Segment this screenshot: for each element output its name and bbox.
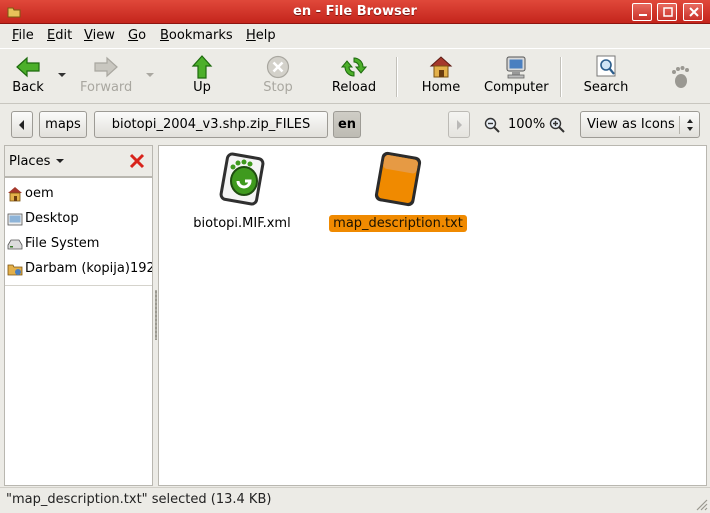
spinner-arrows-icon [687,119,693,131]
drive-icon [7,239,23,250]
forward-history-dropdown-icon[interactable] [145,71,155,79]
home-icon [429,56,453,78]
minimize-icon [639,14,647,16]
forward-arrow-icon [94,56,118,78]
minimize-button[interactable] [632,3,652,21]
menu-bookmarks[interactable]: Bookmarks [160,28,233,43]
maximize-button[interactable] [657,3,677,21]
sidebar-item-desktop[interactable]: Desktop [5,207,152,231]
status-bar: "map_description.txt" selected (13.4 KB) [0,487,710,513]
network-folder-icon [7,264,23,276]
zoom-level[interactable]: 100% [508,117,545,132]
pane-resize-handle[interactable] [155,290,157,340]
computer-button[interactable]: Computer [484,55,549,101]
close-sidebar-icon[interactable] [129,153,145,169]
title-bar[interactable]: en - File Browser [0,0,710,24]
window-title: en - File Browser [293,4,417,19]
file-name: biotopi.MIF.xml [193,216,291,231]
sidebar: Places oem Desktop File System Darbam (k… [4,145,153,486]
toolbar-separator [396,57,398,97]
reload-icon [341,57,367,77]
home-folder-icon [8,187,22,202]
gnome-foot-throbber-icon [672,66,689,88]
sidebar-item-oem[interactable]: oem [5,182,152,206]
chevron-right-icon [457,120,462,130]
close-window-button[interactable] [683,3,703,21]
up-button[interactable]: Up [184,55,220,101]
maximize-icon [663,7,673,17]
menu-go[interactable]: Go [128,28,146,43]
toolbar: Back Forward Up Stop Reload Home Compute… [0,48,710,104]
menu-view[interactable]: View [84,28,115,43]
chevron-left-icon [19,120,24,130]
file-item-map-description-txt[interactable]: map_description.txt [323,151,473,232]
menu-help[interactable]: Help [246,28,276,43]
close-icon [689,7,699,17]
resize-grip-icon[interactable] [694,497,708,511]
text-file-icon [374,151,422,207]
back-arrow-icon [16,56,40,78]
menu-file[interactable]: File [12,28,34,43]
location-bar: maps biotopi_2004_v3.shp.zip_FILES en 10… [0,104,710,144]
home-button[interactable]: Home [420,55,462,101]
up-arrow-icon [191,55,213,79]
forward-button[interactable]: Forward [80,55,132,101]
sidebar-header: Places [4,145,153,177]
search-button[interactable]: Search [582,55,630,101]
file-view[interactable]: biotopi.MIF.xml map_description.txt [158,145,707,486]
sidebar-item-file-system[interactable]: File System [5,232,152,256]
chevron-down-icon [56,159,65,163]
gnome-xml-file-icon [219,152,265,206]
menu-edit[interactable]: Edit [47,28,72,43]
reload-button[interactable]: Reload [330,55,378,101]
stop-button[interactable]: Stop [258,55,298,101]
back-history-dropdown-icon[interactable] [57,71,67,79]
places-selector[interactable]: Places [9,154,65,169]
stop-icon [266,55,290,79]
status-text: "map_description.txt" selected (13.4 KB) [6,492,272,507]
path-button-en[interactable]: en [333,111,361,138]
path-button-zip-files[interactable]: biotopi_2004_v3.shp.zip_FILES [94,111,328,138]
view-mode-select[interactable]: View as Icons [580,111,700,138]
menu-bar: File Edit View Go Bookmarks Help [0,24,710,48]
back-button[interactable]: Back [8,55,48,101]
view-mode-value: View as Icons [587,117,675,132]
zoom-out-icon[interactable] [484,117,500,133]
sidebar-item-darbam[interactable]: Darbam (kopija)192 [5,257,152,281]
file-item-biotopi-mif-xml[interactable]: biotopi.MIF.xml [187,151,297,232]
file-name: map_description.txt [329,215,467,232]
search-icon [596,55,616,77]
path-scroll-left-button[interactable] [11,111,33,138]
path-button-maps[interactable]: maps [39,111,87,138]
zoom-in-icon[interactable] [549,117,565,133]
places-list: oem Desktop File System Darbam (kopija)1… [4,177,153,486]
toolbar-separator [560,57,562,97]
path-scroll-right-button[interactable] [448,111,470,138]
computer-icon [506,56,526,79]
desktop-folder-icon [7,213,23,226]
